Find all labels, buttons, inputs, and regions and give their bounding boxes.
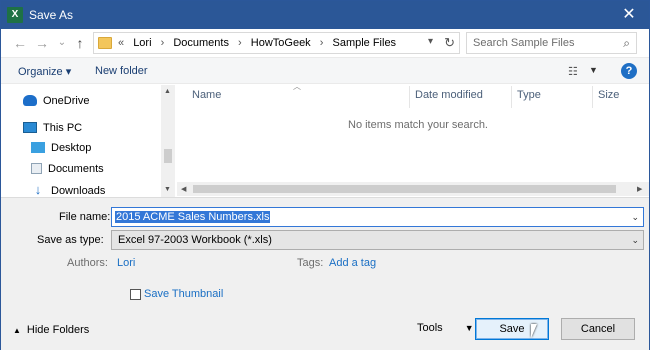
documents-icon	[31, 163, 42, 174]
save-thumbnail-checkbox[interactable]	[130, 289, 141, 300]
mouse-pointer-icon	[531, 324, 543, 338]
save-as-type-value: Excel 97-2003 Workbook (*.xls)	[118, 234, 272, 246]
chevron-up-icon: ▲	[13, 326, 21, 335]
search-box[interactable]: Search Sample Files ⌕	[466, 32, 637, 54]
sidebar-item-onedrive[interactable]: OneDrive	[23, 95, 89, 107]
chevron-down-icon[interactable]: ⌄	[631, 212, 639, 223]
chevron-down-icon[interactable]: ⌄	[631, 235, 639, 246]
address-row: ← → ⌄ ↑ « Lori › Documents › HowToGeek ›…	[1, 29, 649, 57]
address-history-icon[interactable]: ▾	[428, 36, 433, 47]
computer-icon	[23, 122, 37, 133]
sidebar-item-this-pc[interactable]: This PC	[23, 122, 82, 134]
column-header-date-modified[interactable]: Date modified	[415, 89, 483, 101]
empty-folder-message: No items match your search.	[348, 119, 488, 131]
scroll-up-icon[interactable]: ▲	[164, 88, 171, 95]
scrollbar-thumb[interactable]	[164, 149, 172, 163]
tools-menu[interactable]: Tools ▼	[417, 322, 474, 334]
scroll-left-icon[interactable]: ◀	[181, 185, 186, 193]
command-bar: Organize ▾ New folder ☷ ▼ ?	[1, 57, 649, 84]
download-icon: ↓	[34, 182, 42, 197]
title-bar: X Save As ✕	[1, 1, 649, 29]
hide-folders-label: Hide Folders	[26, 324, 90, 336]
refresh-icon[interactable]: ↻	[444, 35, 455, 51]
sidebar-item-label: This PC	[43, 122, 83, 134]
navigation-scrollbar[interactable]	[161, 85, 175, 197]
search-icon[interactable]: ⌕	[623, 36, 630, 51]
folder-icon	[98, 37, 112, 49]
breadcrumb-item[interactable]: HowToGeek	[251, 37, 311, 49]
file-name-field[interactable]: 2015 ACME Sales Numbers.xls ⌄	[111, 207, 644, 227]
file-name-value[interactable]: 2015 ACME Sales Numbers.xls	[115, 211, 271, 223]
save-as-dialog: X Save As ✕ ← → ⌄ ↑ « Lori › Documents ›…	[0, 0, 650, 350]
cloud-icon	[23, 95, 37, 106]
up-button[interactable]: ↑	[71, 33, 89, 53]
breadcrumb: « Lori › Documents › HowToGeek › Sample …	[118, 37, 402, 49]
sidebar-item-label: OneDrive	[43, 95, 90, 107]
file-name-label: File name:	[59, 211, 110, 223]
column-divider[interactable]	[592, 86, 593, 108]
view-options-icon[interactable]: ☷	[568, 65, 578, 78]
cancel-button[interactable]: Cancel	[561, 318, 635, 340]
forward-button[interactable]: →	[33, 33, 51, 53]
file-name-label-text: File name:	[59, 211, 111, 223]
sidebar-item-label: Desktop	[51, 142, 92, 154]
navigation-pane: OneDrive This PC Desktop Documents ↓ Down…	[1, 85, 175, 197]
recent-locations-button[interactable]: ⌄	[53, 33, 71, 53]
new-folder-button[interactable]: New folder	[95, 65, 148, 77]
chevron-down-icon: ▼	[464, 323, 474, 333]
sidebar-item-downloads[interactable]: ↓ Downloads	[31, 182, 106, 197]
scrollbar-thumb[interactable]	[193, 185, 616, 193]
address-bar[interactable]: « Lori › Documents › HowToGeek › Sample …	[93, 32, 460, 54]
authors-value[interactable]: Lori	[117, 257, 135, 269]
help-icon[interactable]: ?	[621, 63, 637, 79]
sidebar-item-label: Documents	[48, 163, 104, 175]
sidebar-item-label: Downloads	[51, 185, 106, 197]
back-button[interactable]: ←	[11, 33, 29, 53]
breadcrumb-separator[interactable]: ›	[238, 37, 242, 49]
hide-folders-button[interactable]: ▲ Hide Folders	[13, 324, 89, 336]
column-divider[interactable]	[511, 86, 512, 108]
tools-label: Tools	[417, 322, 443, 334]
chevron-down-icon[interactable]: ▼	[589, 65, 598, 75]
breadcrumb-item[interactable]: Lori	[133, 37, 151, 49]
search-input[interactable]: Search Sample Files	[473, 37, 575, 49]
authors-label: Authors:	[67, 257, 108, 269]
desktop-icon	[31, 142, 45, 153]
excel-app-icon: X	[7, 7, 23, 23]
breadcrumb-overflow[interactable]: «	[118, 37, 124, 49]
column-header-type[interactable]: Type	[517, 89, 541, 101]
tags-label: Tags:	[297, 257, 324, 269]
sidebar-item-desktop[interactable]: Desktop	[31, 142, 91, 154]
sort-indicator-icon: ︿	[293, 82, 301, 91]
save-thumbnail-label[interactable]: Save Thumbnail	[144, 288, 223, 300]
add-tag-link[interactable]: Add a tag	[329, 257, 376, 269]
breadcrumb-item[interactable]: Documents	[173, 37, 229, 49]
column-header-size[interactable]: Size	[598, 89, 619, 101]
breadcrumb-item[interactable]: Sample Files	[332, 37, 396, 49]
scroll-down-icon[interactable]: ▼	[164, 186, 171, 193]
scroll-right-icon[interactable]: ▶	[637, 185, 642, 193]
save-as-type-label: Save as type:	[37, 234, 104, 246]
close-button[interactable]: ✕	[609, 1, 649, 29]
organize-button[interactable]: Organize ▾	[18, 65, 71, 78]
breadcrumb-separator[interactable]: ›	[320, 37, 324, 49]
save-as-type-select[interactable]: Excel 97-2003 Workbook (*.xls) ⌄	[111, 230, 644, 250]
breadcrumb-separator[interactable]: ›	[161, 37, 165, 49]
column-divider[interactable]	[409, 86, 410, 108]
file-list[interactable]	[177, 85, 649, 197]
window-title: Save As	[29, 8, 74, 22]
column-header-name[interactable]: Name	[192, 89, 221, 101]
sidebar-item-documents[interactable]: Documents	[31, 163, 104, 175]
